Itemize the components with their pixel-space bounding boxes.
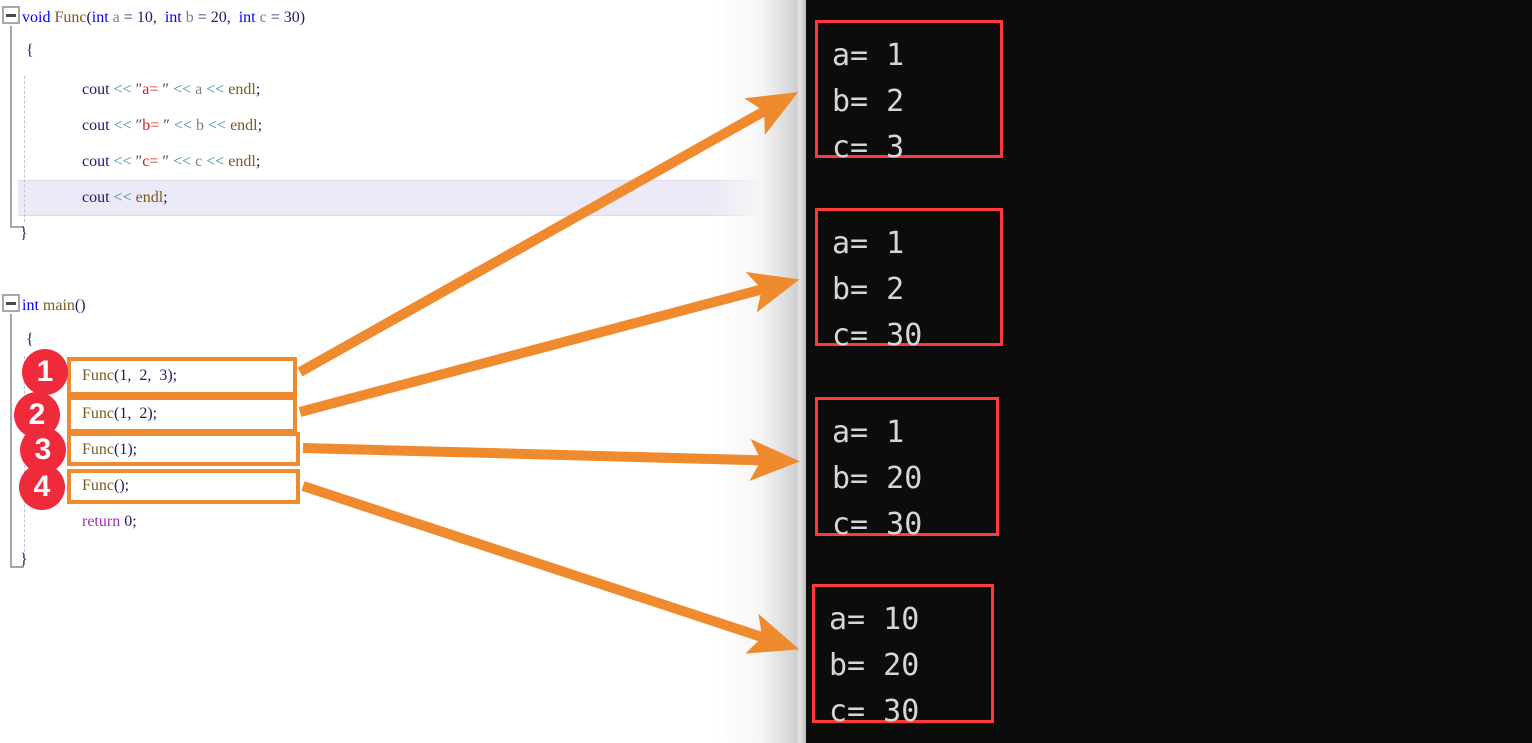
callout-box-1 [67, 357, 297, 396]
token-keyword-int-b: int [164, 9, 182, 26]
token-default-a: 10 [136, 9, 153, 26]
token-default-b: 20 [210, 9, 227, 26]
code-line-return: return 0; [82, 513, 137, 530]
screenshot-root: void Func(int a = 10, int b = 20, int c … [0, 0, 1532, 743]
fold-toggle-func[interactable] [2, 6, 20, 24]
token-var-a: a [195, 81, 203, 98]
output-3-line-a: a= 1 [832, 415, 905, 450]
token-shift-b1: << [113, 117, 132, 134]
code-line-main-close-brace: } [20, 551, 28, 568]
output-1-line-c: c= 3 [832, 130, 905, 165]
token-cout-a: cout [82, 81, 110, 98]
console-output-box-2: a= 1 b= 2 c= 30 [815, 208, 1003, 353]
output-2-line-a: a= 1 [832, 226, 905, 261]
token-param-a: a [112, 9, 120, 26]
token-function-main: main [42, 297, 75, 314]
token-param-c: c [259, 9, 267, 26]
output-4-line-b: b= 20 [829, 648, 920, 683]
token-return-value: 0 [124, 513, 133, 530]
token-keyword-return: return [82, 513, 121, 530]
output-1-line-b: b= 2 [832, 84, 905, 119]
token-keyword-int-c: int [238, 9, 256, 26]
token-shift-c2: << [173, 153, 192, 170]
token-keyword-int-a: int [91, 9, 109, 26]
output-4-line-c: c= 30 [829, 694, 920, 729]
console-output-box-1: a= 1 b= 2 c= 3 [815, 20, 1003, 165]
code-line-cout-endl: cout << endl; [82, 189, 168, 206]
pane-edge-gradient [646, 0, 806, 743]
token-endl-b: endl [230, 117, 258, 134]
token-function-func: Func [54, 9, 87, 26]
token-param-b: b [185, 9, 194, 26]
token-cout-endl: cout [82, 189, 110, 206]
token-shift-endl: << [113, 189, 132, 206]
token-shift-c1: << [113, 153, 132, 170]
token-shift-a3: << [206, 81, 225, 98]
token-endl-only: endl [135, 189, 164, 206]
callout-box-4 [67, 469, 300, 504]
output-3-line-b: b= 20 [832, 461, 923, 496]
console-output-box-3: a= 1 b= 20 c= 30 [815, 397, 999, 542]
code-line-func-close-brace: } [20, 225, 28, 242]
token-shift-a1: << [113, 81, 132, 98]
token-shift-b3: << [208, 117, 227, 134]
token-string-b: b= [142, 117, 164, 134]
token-default-c: 30 [283, 9, 300, 26]
token-endl-a: endl [228, 81, 256, 98]
token-string-a: a= [142, 81, 163, 98]
token-keyword-int-main: int [22, 297, 39, 314]
editor-vertical-scrollbar[interactable] [795, 0, 806, 743]
indent-guide-func [24, 76, 25, 222]
token-cout-b: cout [82, 117, 110, 134]
token-var-c: c [195, 153, 203, 170]
code-line-func-signature: void Func(int a = 10, int b = 20, int c … [22, 9, 306, 26]
token-shift-b2: << [173, 117, 193, 134]
fold-toggle-main[interactable] [2, 294, 20, 312]
code-line-func-open-brace: { [26, 42, 34, 59]
token-var-b: b [196, 117, 205, 134]
token-endl-c: endl [228, 153, 256, 170]
token-string-c: c= [142, 153, 163, 170]
code-line-cout-b: cout << ″b= ″ << b << endl; [82, 117, 263, 134]
token-keyword-void: void [22, 9, 51, 26]
output-2-line-b: b= 2 [832, 272, 905, 307]
output-2-line-c: c= 30 [832, 318, 923, 353]
callout-box-3 [67, 432, 300, 466]
code-line-cout-a: cout << ″a= ″ << a << endl; [82, 81, 261, 98]
token-shift-c3: << [206, 153, 225, 170]
code-line-main-signature: int main() [22, 297, 86, 314]
code-line-cout-c: cout << ″c= ″ << c << endl; [82, 153, 261, 170]
output-1-line-a: a= 1 [832, 38, 905, 73]
callout-box-2 [67, 396, 297, 433]
token-cout-c: cout [82, 153, 110, 170]
callout-badge-1: 1 [22, 349, 68, 395]
token-shift-a2: << [173, 81, 192, 98]
output-4-line-a: a= 10 [829, 602, 920, 637]
fold-guide-func [10, 26, 12, 226]
callout-badge-4: 4 [19, 464, 65, 510]
fold-guide-main [10, 314, 12, 566]
console-output-box-4: a= 10 b= 20 c= 30 [812, 584, 994, 729]
output-3-line-c: c= 30 [832, 507, 923, 542]
